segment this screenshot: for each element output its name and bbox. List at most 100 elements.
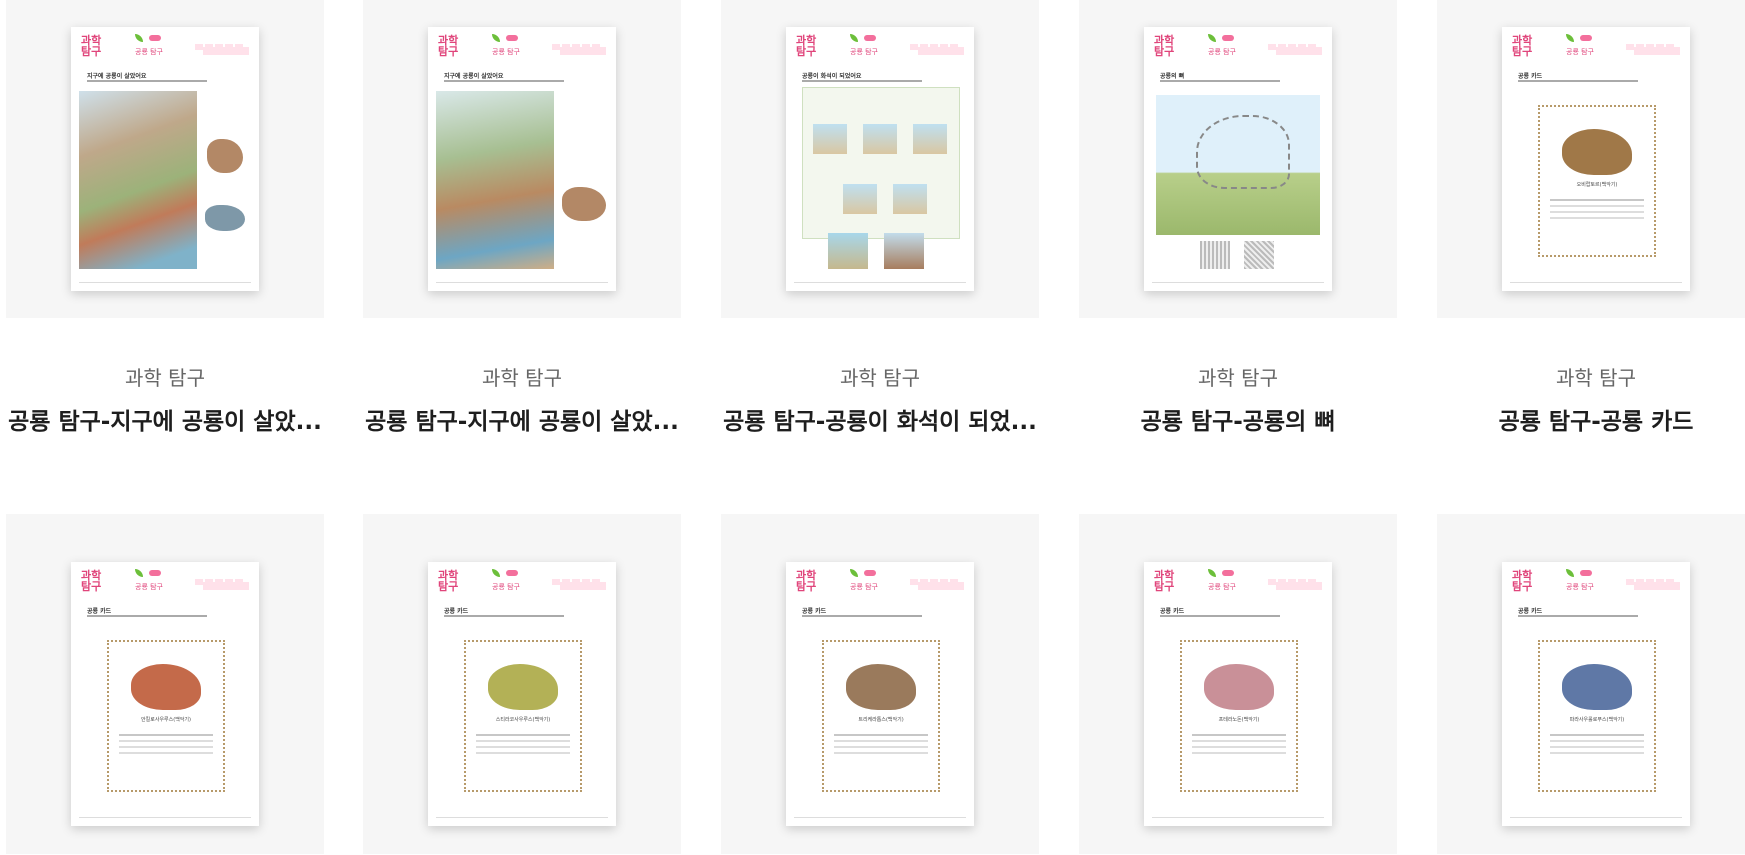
- sheet-heading: 지구에 공룡이 살았어요: [87, 73, 147, 80]
- card-thumbnail[interactable]: 과학 탐구 공룡 탐구 공룡 카드 프테라노돈(백악기): [1079, 514, 1397, 854]
- leaf-icon: [135, 569, 143, 577]
- name-field: [203, 47, 249, 55]
- card-thumbnail[interactable]: 과학 탐구 공룡 탐구 공룡 카드 안킬로사우루스(백악기): [6, 514, 324, 854]
- skeleton-illustration: [1156, 95, 1320, 235]
- sheet-heading: 지구에 공룡이 살았어요: [444, 73, 504, 80]
- date-boxes: [195, 35, 249, 50]
- dinosaur-illustration: [1204, 664, 1274, 710]
- dinosaur-name: 트리케라톱스(백악기): [858, 717, 904, 723]
- sheet-instruction: [1160, 615, 1280, 617]
- tag-badge: [864, 570, 876, 576]
- sheet-instruction: [87, 80, 207, 82]
- card-10[interactable]: 과학 탐구 공룡 탐구 공룡 카드 파라사우롤로푸스(백악기): [1437, 514, 1745, 854]
- sheet-heading: 공룡이 화석이 되었어요: [802, 73, 862, 80]
- card-8[interactable]: 과학 탐구 공룡 탐구 공룡 카드 트리케라톱스(백악기): [721, 514, 1039, 854]
- card-5[interactable]: 과학 탐구 공룡 탐구 공룡 카드 오비랍토르(백악기) 과학 탐구 공룡 탐구-…: [1437, 0, 1745, 435]
- card-thumbnail[interactable]: 과학 탐구 공룡 탐구 지구에 공룡이 살았어요: [363, 0, 681, 318]
- card-6[interactable]: 과학 탐구 공룡 탐구 공룡 카드 안킬로사우루스(백악기): [6, 514, 324, 854]
- date-boxes: [552, 35, 606, 50]
- dinosaur-description: [1192, 734, 1286, 736]
- logo: 과학 탐구: [796, 569, 817, 593]
- fossil-sticker: [884, 233, 924, 269]
- card-1[interactable]: 과학 탐구 공룡 탐구 지구에 공룡이 살았어요 과학 탐구 공룡 탐구-지구에 …: [6, 0, 324, 435]
- dinosaur-card-frame: 스티라코사우루스(백악기): [464, 640, 582, 792]
- sheet-instruction: [87, 615, 207, 617]
- date-boxes: [1268, 35, 1322, 50]
- dinosaur-sticker: [205, 205, 245, 231]
- fossil-sticker: [828, 233, 868, 269]
- card-title[interactable]: 공룡 탐구-공룡이 화석이 되었...: [721, 402, 1039, 436]
- worksheet-preview: 과학 탐구 공룡 탐구 공룡 카드 파라사우롤로푸스(백악기): [1502, 562, 1690, 826]
- worksheet-preview: 과학 탐구 공룡 탐구 공룡 카드 프테라노돈(백악기): [1144, 562, 1332, 826]
- name-field: [1634, 582, 1680, 590]
- card-9[interactable]: 과학 탐구 공룡 탐구 공룡 카드 프테라노돈(백악기): [1079, 514, 1397, 854]
- sheet-heading: 공룡 카드: [444, 608, 469, 615]
- worksheet-preview: 과학 탐구 공룡 탐구 공룡 카드 오비랍토르(백악기): [1502, 27, 1690, 291]
- tag-badge: [1580, 35, 1592, 41]
- sheet-footer: [794, 817, 966, 818]
- name-field: [560, 582, 606, 590]
- card-title[interactable]: 공룡 탐구-공룡의 뼈: [1079, 402, 1397, 436]
- dinosaur-illustration: [846, 664, 916, 710]
- sheet-instruction: [444, 80, 564, 82]
- dinosaur-name: 오비랍토르(백악기): [1576, 182, 1618, 188]
- sheet-heading: 공룡 카드: [1518, 608, 1543, 615]
- bone-sticker: [1244, 241, 1274, 269]
- card-category: 과학 탐구: [125, 366, 205, 390]
- card-7[interactable]: 과학 탐구 공룡 탐구 공룡 카드 스티라코사우루스(백악기): [363, 514, 681, 854]
- sheet-heading: 공룡 카드: [1160, 608, 1185, 615]
- card-category: 과학 탐구: [1198, 366, 1278, 390]
- card-3[interactable]: 과학 탐구 공룡 탐구 공룡이 화석이 되었어요 과학 탐구 공룡 탐구-공룡이 …: [721, 0, 1039, 435]
- card-thumbnail[interactable]: 과학 탐구 공룡 탐구 공룡 카드 파라사우롤로푸스(백악기): [1437, 514, 1745, 854]
- name-field: [560, 47, 606, 55]
- dinosaur-sticker: [207, 139, 243, 173]
- card-title[interactable]: 공룡 탐구-공룡 카드: [1437, 402, 1745, 436]
- leaf-icon: [492, 34, 500, 42]
- card-title[interactable]: 공룡 탐구-지구에 공룡이 살았...: [6, 402, 324, 436]
- date-boxes: [910, 35, 964, 50]
- sheet-footer: [79, 282, 251, 283]
- sheet-instruction: [444, 615, 564, 617]
- card-thumbnail[interactable]: 과학 탐구 공룡 탐구 공룡이 화석이 되었어요: [721, 0, 1039, 318]
- card-thumbnail[interactable]: 과학 탐구 공룡 탐구 지구에 공룡이 살았어요: [6, 0, 324, 318]
- worksheet-preview: 과학 탐구 공룡 탐구 공룡이 화석이 되었어요: [786, 27, 974, 291]
- name-field: [1276, 582, 1322, 590]
- sheet-topic: 공룡 탐구: [492, 583, 520, 591]
- card-4[interactable]: 과학 탐구 공룡 탐구 공룡의 뼈 과학 탐구 공룡 탐구-공룡의 뼈: [1079, 0, 1397, 435]
- dinosaur-scene-illustration: [79, 91, 197, 269]
- leaf-icon: [1208, 569, 1216, 577]
- card-thumbnail[interactable]: 과학 탐구 공룡 탐구 공룡 카드 트리케라톱스(백악기): [721, 514, 1039, 854]
- date-boxes: [910, 570, 964, 585]
- worksheet-preview: 과학 탐구 공룡 탐구 공룡의 뼈: [1144, 27, 1332, 291]
- card-category: 과학 탐구: [482, 366, 562, 390]
- dinosaur-description: [834, 734, 928, 736]
- card-thumbnail[interactable]: 과학 탐구 공룡 탐구 공룡 카드 스티라코사우루스(백악기): [363, 514, 681, 854]
- date-boxes: [1268, 570, 1322, 585]
- sheet-instruction: [802, 80, 922, 82]
- card-thumbnail[interactable]: 과학 탐구 공룡 탐구 공룡 카드 오비랍토르(백악기): [1437, 0, 1745, 318]
- sheet-topic: 공룡 탐구: [1208, 583, 1236, 591]
- logo: 과학 탐구: [1154, 569, 1175, 593]
- card-2[interactable]: 과학 탐구 공룡 탐구 지구에 공룡이 살았어요 과학 탐구 공룡 탐구-지구에 …: [363, 0, 681, 435]
- logo: 과학 탐구: [438, 34, 459, 58]
- leaf-icon: [850, 569, 858, 577]
- dinosaur-name: 스티라코사우루스(백악기): [495, 717, 551, 723]
- sheet-topic: 공룡 탐구: [135, 48, 163, 56]
- name-field: [1276, 47, 1322, 55]
- skeleton-drawing: [1196, 115, 1290, 189]
- worksheet-preview: 과학 탐구 공룡 탐구 공룡 카드 트리케라톱스(백악기): [786, 562, 974, 826]
- leaf-icon: [135, 34, 143, 42]
- worksheet-preview: 과학 탐구 공룡 탐구 지구에 공룡이 살았어요: [428, 27, 616, 291]
- name-field: [1634, 47, 1680, 55]
- sheet-topic: 공룡 탐구: [850, 583, 878, 591]
- logo: 과학 탐구: [81, 569, 102, 593]
- dinosaur-name: 프테라노돈(백악기): [1218, 717, 1260, 723]
- card-thumbnail[interactable]: 과학 탐구 공룡 탐구 공룡의 뼈: [1079, 0, 1397, 318]
- fossil-process-diagram: [802, 87, 960, 239]
- dinosaur-description: [1550, 734, 1644, 736]
- sheet-topic: 공룡 탐구: [135, 583, 163, 591]
- logo: 과학 탐구: [438, 569, 459, 593]
- dinosaur-card-frame: 안킬로사우루스(백악기): [107, 640, 225, 792]
- card-title[interactable]: 공룡 탐구-지구에 공룡이 살았...: [363, 402, 681, 436]
- sheet-instruction: [802, 615, 922, 617]
